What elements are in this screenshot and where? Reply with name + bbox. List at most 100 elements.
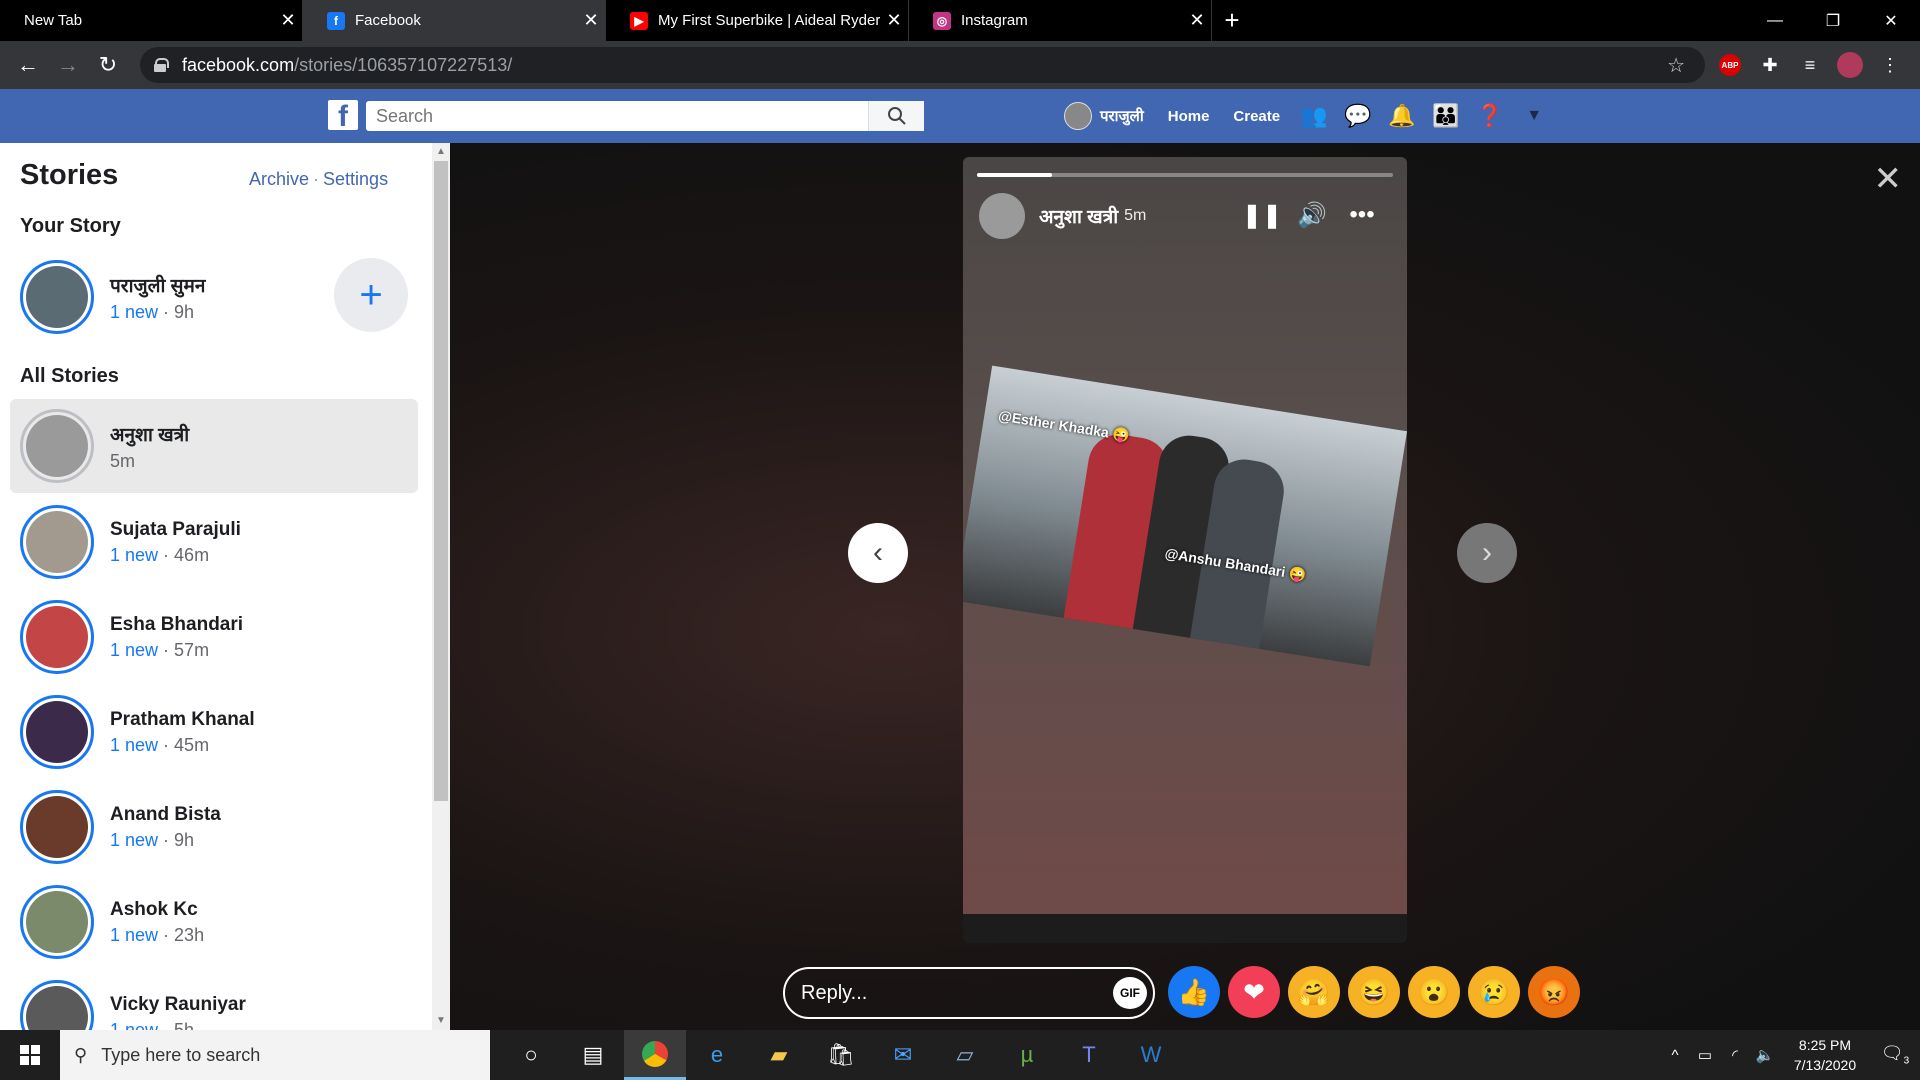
archive-link[interactable]: Archive (249, 169, 309, 189)
reload-button[interactable]: ↻ (88, 45, 128, 85)
url-bar[interactable]: facebook.com/stories/106357107227513/ ☆ (140, 47, 1705, 83)
account-dropdown-icon[interactable]: ▼ (1512, 89, 1556, 143)
taskbar-search[interactable]: ⚲ Type here to search (60, 1030, 490, 1080)
add-story-button[interactable]: + (334, 258, 408, 332)
teams-icon[interactable]: T (1058, 1030, 1120, 1080)
close-icon[interactable]: ✕ (880, 10, 908, 31)
menu-icon[interactable]: ⋮ (1870, 47, 1910, 83)
messenger-icon[interactable]: 💬 (1336, 89, 1380, 143)
utorrent-icon[interactable]: µ (996, 1030, 1058, 1080)
profile-link[interactable]: पराजुली (1052, 89, 1156, 143)
extensions-puzzle-icon[interactable]: ✚ (1750, 47, 1790, 83)
mention-tag[interactable]: @Esther Khadka 😜 (997, 407, 1131, 445)
mail-icon[interactable]: ✉ (872, 1030, 934, 1080)
like-reaction-icon[interactable]: 👍 (1168, 966, 1220, 1018)
sad-reaction-icon[interactable]: 😢 (1468, 966, 1520, 1018)
close-icon[interactable]: ✕ (1874, 159, 1903, 199)
haha-reaction-icon[interactable]: 😆 (1348, 966, 1400, 1018)
gif-button[interactable]: GIF (1113, 977, 1147, 1009)
angry-reaction-icon[interactable]: 😡 (1528, 966, 1580, 1018)
avatar (26, 701, 88, 763)
story-ring (20, 885, 94, 959)
home-link[interactable]: Home (1156, 89, 1222, 143)
story-time: 9h (174, 301, 195, 322)
next-story-button[interactable]: › (1457, 523, 1517, 583)
scroll-up-icon[interactable]: ▲ (432, 143, 450, 161)
story-time: 9h (174, 829, 195, 850)
forward-button[interactable]: → (48, 45, 88, 85)
list-item[interactable]: Vicky Rauniyar 1 new · 5h (10, 970, 418, 1030)
reply-input[interactable]: Reply... GIF (783, 967, 1155, 1019)
avatar (26, 796, 88, 858)
story-name: Vicky Rauniyar (110, 993, 246, 1015)
media-queue-icon[interactable]: ≡ (1790, 47, 1830, 83)
minimize-button[interactable]: — (1746, 0, 1804, 41)
sidebar-scrollbar[interactable]: ▲ ▼ (432, 143, 450, 1030)
tab-facebook[interactable]: f Facebook ✕ (303, 0, 606, 41)
story-name: Pratham Khanal (110, 708, 255, 730)
search-box (366, 101, 924, 131)
create-link[interactable]: Create (1221, 89, 1292, 143)
list-item[interactable]: Pratham Khanal 1 new · 45m (10, 685, 418, 779)
search-input[interactable] (366, 105, 868, 127)
help-icon[interactable]: ❓ (1468, 89, 1512, 143)
list-item[interactable]: Sujata Parajuli 1 new · 46m (10, 495, 418, 589)
chrome-icon[interactable] (624, 1030, 686, 1080)
facebook-logo-icon[interactable]: f (328, 100, 358, 133)
quick-help-people-icon[interactable]: 👪 (1424, 89, 1468, 143)
list-item[interactable]: अनुशा खत्री 5m (10, 399, 418, 493)
edge-icon[interactable]: e (686, 1030, 748, 1080)
list-item[interactable]: Anand Bista 1 new · 9h (10, 780, 418, 874)
restore-button[interactable]: ❐ (1804, 0, 1862, 41)
clock-time: 8:25 PM (1798, 1037, 1852, 1053)
search-icon[interactable] (868, 101, 924, 131)
cortana-icon[interactable]: ○ (500, 1030, 562, 1080)
notifications-bell-icon[interactable]: 🔔 (1380, 89, 1424, 143)
remote-desktop-icon[interactable]: ▱ (934, 1030, 996, 1080)
more-options-icon[interactable]: ••• (1337, 201, 1387, 230)
action-center-icon[interactable]: 🗨3 (1870, 1043, 1920, 1067)
settings-link[interactable]: Settings (323, 169, 388, 189)
love-reaction-icon[interactable]: ❤ (1228, 966, 1280, 1018)
avatar (1064, 102, 1092, 130)
bookmark-star-icon[interactable]: ☆ (1667, 53, 1685, 78)
back-button[interactable]: ← (8, 45, 48, 85)
scroll-down-icon[interactable]: ▼ (432, 1012, 450, 1030)
tab-instagram[interactable]: ◎ Instagram ✕ (909, 0, 1212, 41)
task-view-icon[interactable]: ▤ (562, 1030, 624, 1080)
word-icon[interactable]: W (1120, 1030, 1182, 1080)
avatar (26, 511, 88, 573)
volume-icon[interactable]: 🔊 (1287, 201, 1337, 230)
battery-icon[interactable]: ▭ (1690, 1046, 1720, 1064)
file-explorer-icon[interactable]: ▰ (748, 1030, 810, 1080)
store-icon[interactable]: 🛍 (810, 1030, 872, 1080)
speaker-icon[interactable]: 🔈 (1750, 1046, 1780, 1064)
list-item[interactable]: Ashok Kc 1 new · 23h (10, 875, 418, 969)
wow-reaction-icon[interactable]: 😮 (1408, 966, 1460, 1018)
list-item[interactable]: Esha Bhandari 1 new · 57m (10, 590, 418, 684)
tab-new-tab[interactable]: New Tab ✕ (0, 0, 303, 41)
close-icon[interactable]: ✕ (274, 10, 302, 31)
close-icon[interactable]: ✕ (577, 10, 605, 31)
avatar[interactable] (979, 193, 1025, 239)
search-icon: ⚲ (74, 1044, 88, 1065)
show-hidden-icons[interactable]: ^ (1660, 1047, 1690, 1064)
clock[interactable]: 8:25 PM 7/13/2020 (1780, 1035, 1870, 1075)
new-count: 1 new (110, 544, 159, 565)
scrollbar-thumb[interactable] (434, 161, 448, 801)
story-author-name[interactable]: अनुशा खत्री (1039, 203, 1118, 229)
friend-requests-icon[interactable]: 👥 (1292, 89, 1336, 143)
care-reaction-icon[interactable]: 🤗 (1288, 966, 1340, 1018)
close-icon[interactable]: ✕ (1183, 10, 1211, 31)
wifi-icon[interactable]: ◜ (1720, 1046, 1750, 1064)
adblock-icon[interactable]: ABP (1710, 47, 1750, 83)
previous-story-button[interactable]: ‹ (848, 523, 908, 583)
tab-youtube[interactable]: ▶ My First Superbike | Aideal Ryder ✕ (606, 0, 909, 41)
story-ring (20, 790, 94, 864)
close-window-button[interactable]: ✕ (1862, 0, 1920, 41)
new-tab-button[interactable]: + (1212, 0, 1252, 41)
profile-avatar[interactable] (1830, 47, 1870, 83)
clock-date: 7/13/2020 (1793, 1057, 1857, 1073)
start-button[interactable] (0, 1030, 60, 1080)
pause-icon[interactable]: ❚❚ (1237, 201, 1287, 230)
